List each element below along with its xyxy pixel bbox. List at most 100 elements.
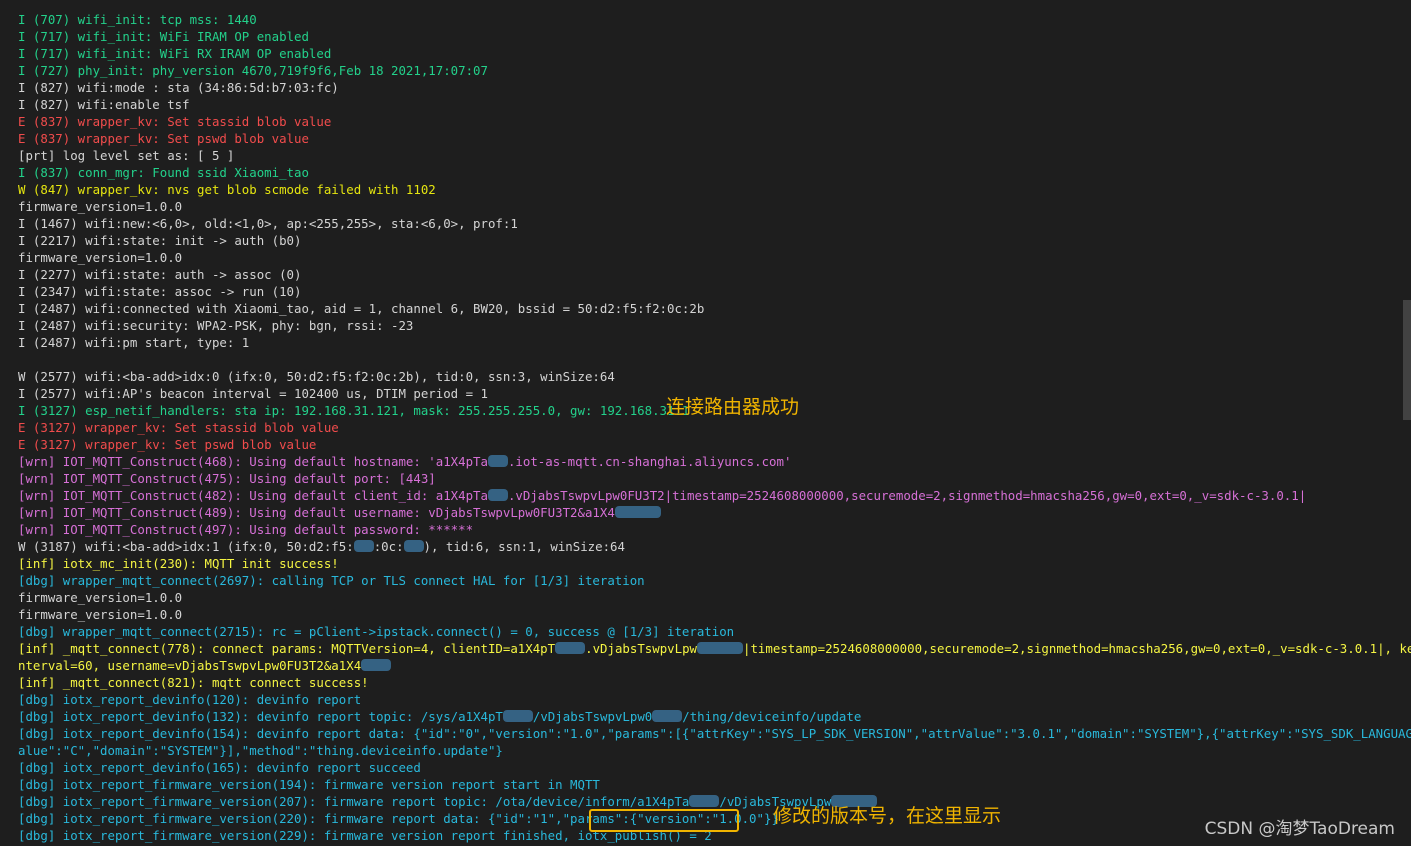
redaction-mask [652, 710, 683, 722]
log-lines: I (707) wifi_init: tcp mss: 1440 I (717) … [18, 11, 1411, 844]
log-line: [dbg] iotx_report_devinfo(120): devinfo … [18, 691, 1393, 708]
log-text: :0c: [373, 539, 404, 554]
watermark: CSDN @淘梦TaoDream [1204, 819, 1395, 839]
log-text: W (847) wrapper_kv: nvs get blob scmode … [18, 182, 436, 197]
log-line: I (1467) wifi:new:<6,0>, old:<1,0>, ap:<… [18, 215, 1393, 232]
log-text: [dbg] iotx_report_firmware_version(194):… [18, 777, 600, 792]
log-line: I (2277) wifi:state: auth -> assoc (0) [18, 266, 1393, 283]
terminal-output[interactable]: I (707) wifi_init: tcp mss: 1440 I (717) … [0, 0, 1411, 846]
log-text: I (717) wifi_init: WiFi RX IRAM OP enabl… [18, 46, 332, 61]
log-text: [dbg] iotx_report_devinfo(132): devinfo … [18, 709, 503, 724]
log-text: firmware_version=1.0.0 [18, 250, 183, 265]
log-text: I (707) wifi_init: tcp mss: 1440 [18, 12, 257, 27]
log-text: I (2577) wifi:AP's beacon interval = 102… [18, 386, 488, 401]
log-text: W (3187) wifi:<ba-add>idx:1 (ifx:0, 50:d… [18, 539, 354, 554]
log-text: [inf] iotx_mc_init(230): MQTT init succe… [18, 556, 339, 571]
log-text: I (1467) wifi:new:<6,0>, old:<1,0>, ap:<… [18, 216, 518, 231]
log-text: [wrn] IOT_MQTT_Construct(489): Using def… [18, 505, 615, 520]
log-line: I (2487) wifi:pm start, type: 1 [18, 334, 1393, 351]
log-line: [inf] _mqtt_connect(778): connect params… [18, 640, 1411, 657]
log-text: /thing/deviceinfo/update [682, 709, 862, 724]
log-line: [dbg] wrapper_mqtt_connect(2697): callin… [18, 572, 1393, 589]
annotation-router-connected: 连接路由器成功 [666, 396, 800, 418]
log-line: W (847) wrapper_kv: nvs get blob scmode … [18, 181, 1393, 198]
log-line: [dbg] wrapper_mqtt_connect(2715): rc = p… [18, 623, 1393, 640]
log-text: .iot-as-mqtt.cn-shanghai.aliyuncs.com' [507, 454, 792, 469]
log-line: [inf] iotx_mc_init(230): MQTT init succe… [18, 555, 1393, 572]
log-text: I (827) wifi:mode : sta (34:86:5d:b7:03:… [18, 80, 339, 95]
log-line: [wrn] IOT_MQTT_Construct(475): Using def… [18, 470, 1393, 487]
log-text: nterval=60, username=vDjabsTswpvLpw0FU3T… [18, 658, 362, 673]
log-text: [wrn] IOT_MQTT_Construct(468): Using def… [18, 454, 488, 469]
redaction-mask [555, 642, 586, 654]
log-text: [dbg] iotx_report_devinfo(120): devinfo … [18, 692, 362, 707]
log-text: [dbg] iotx_report_firmware_version(207):… [18, 794, 690, 809]
scrollbar-thumb[interactable] [1403, 300, 1411, 420]
log-text: firmware_version=1.0.0 [18, 607, 183, 622]
log-text: [wrn] IOT_MQTT_Construct(497): Using def… [18, 522, 474, 537]
log-line: [dbg] iotx_report_devinfo(132): devinfo … [18, 708, 1393, 725]
log-line: E (3127) wrapper_kv: Set stassid blob va… [18, 419, 1393, 436]
log-line: I (2347) wifi:state: assoc -> run (10) [18, 283, 1393, 300]
log-line: E (837) wrapper_kv: Set pswd blob value [18, 130, 1393, 147]
log-line: [wrn] IOT_MQTT_Construct(497): Using def… [18, 521, 1393, 538]
log-text: [dbg] wrapper_mqtt_connect(2697): callin… [18, 573, 645, 588]
log-text: I (2277) wifi:state: auth -> assoc (0) [18, 267, 302, 282]
log-text: .vDjabsTswpvLpw [585, 641, 698, 656]
log-line: I (827) wifi:mode : sta (34:86:5d:b7:03:… [18, 79, 1393, 96]
log-line: [dbg] iotx_report_devinfo(154): devinfo … [18, 725, 1411, 742]
version-highlight-box [589, 809, 739, 832]
log-text: W (2577) wifi:<ba-add>idx:0 (ifx:0, 50:d… [18, 369, 615, 384]
log-text: I (727) phy_init: phy_version 4670,719f9… [18, 63, 488, 78]
log-line: E (837) wrapper_kv: Set stassid blob val… [18, 113, 1393, 130]
log-text: E (837) wrapper_kv: Set stassid blob val… [18, 114, 332, 129]
log-line: firmware_version=1.0.0 [18, 589, 1393, 606]
redaction-mask [487, 455, 508, 467]
log-text: ), tid:6, ssn:1, winSize:64 [423, 539, 625, 554]
redaction-mask [697, 642, 744, 654]
log-line: [prt] log level set as: [ 5 ] [18, 147, 1393, 164]
log-text: [wrn] IOT_MQTT_Construct(482): Using def… [18, 488, 488, 503]
redaction-mask [689, 795, 720, 807]
log-text: I (2487) wifi:connected with Xiaomi_tao,… [18, 301, 705, 316]
log-line: I (2487) wifi:security: WPA2-PSK, phy: b… [18, 317, 1393, 334]
log-text: firmware_version=1.0.0 [18, 199, 183, 214]
log-line: I (727) phy_init: phy_version 4670,719f9… [18, 62, 1393, 79]
redaction-mask [614, 506, 661, 518]
log-line: I (837) conn_mgr: Found ssid Xiaomi_tao [18, 164, 1393, 181]
log-line: I (717) wifi_init: WiFi IRAM OP enabled [18, 28, 1393, 45]
log-line: I (707) wifi_init: tcp mss: 1440 [18, 11, 1393, 28]
log-text: I (827) wifi:enable tsf [18, 97, 190, 112]
log-line: [dbg] iotx_report_firmware_version(194):… [18, 776, 1393, 793]
log-text: I (837) conn_mgr: Found ssid Xiaomi_tao [18, 165, 309, 180]
log-text: I (2217) wifi:state: init -> auth (b0) [18, 233, 302, 248]
log-line: [inf] _mqtt_connect(821): mqtt connect s… [18, 674, 1393, 691]
log-text: [wrn] IOT_MQTT_Construct(475): Using def… [18, 471, 436, 486]
log-line: nterval=60, username=vDjabsTswpvLpw0FU3T… [18, 657, 1393, 674]
log-text: [prt] log level set as: [ 5 ] [18, 148, 235, 163]
log-text: [dbg] iotx_report_devinfo(154): devinfo … [18, 726, 1411, 741]
redaction-mask [502, 710, 533, 722]
log-line: alue":"C","domain":"SYSTEM"}],"method":"… [18, 742, 1393, 759]
log-text: I (717) wifi_init: WiFi IRAM OP enabled [18, 29, 309, 44]
log-line: E (3127) wrapper_kv: Set pswd blob value [18, 436, 1393, 453]
log-text: I (2487) wifi:security: WPA2-PSK, phy: b… [18, 318, 414, 333]
log-line: W (2577) wifi:<ba-add>idx:0 (ifx:0, 50:d… [18, 368, 1393, 385]
log-text: firmware_version=1.0.0 [18, 590, 183, 605]
log-text: /vDjabsTswpvLpw0 [532, 709, 653, 724]
redaction-mask [487, 489, 508, 501]
log-line: [dbg] iotx_report_firmware_version(207):… [18, 793, 1393, 810]
log-line: W (3187) wifi:<ba-add>idx:1 (ifx:0, 50:d… [18, 538, 1393, 555]
log-text: |timestamp=2524608000000,securemode=2,si… [743, 641, 1411, 656]
log-line: I (2487) wifi:connected with Xiaomi_tao,… [18, 300, 1393, 317]
annotation-version-shown-here: 修改的版本号，在这里显示 [773, 805, 1002, 827]
log-text: E (3127) wrapper_kv: Set stassid blob va… [18, 420, 339, 435]
redaction-mask [353, 540, 374, 552]
log-text: [dbg] wrapper_mqtt_connect(2715): rc = p… [18, 624, 735, 639]
log-line: firmware_version=1.0.0 [18, 249, 1393, 266]
log-text: I (2487) wifi:pm start, type: 1 [18, 335, 250, 350]
log-text: [inf] _mqtt_connect(778): connect params… [18, 641, 556, 656]
log-text: alue":"C","domain":"SYSTEM"}],"method":"… [18, 743, 503, 758]
log-text: E (837) wrapper_kv: Set pswd blob value [18, 131, 309, 146]
